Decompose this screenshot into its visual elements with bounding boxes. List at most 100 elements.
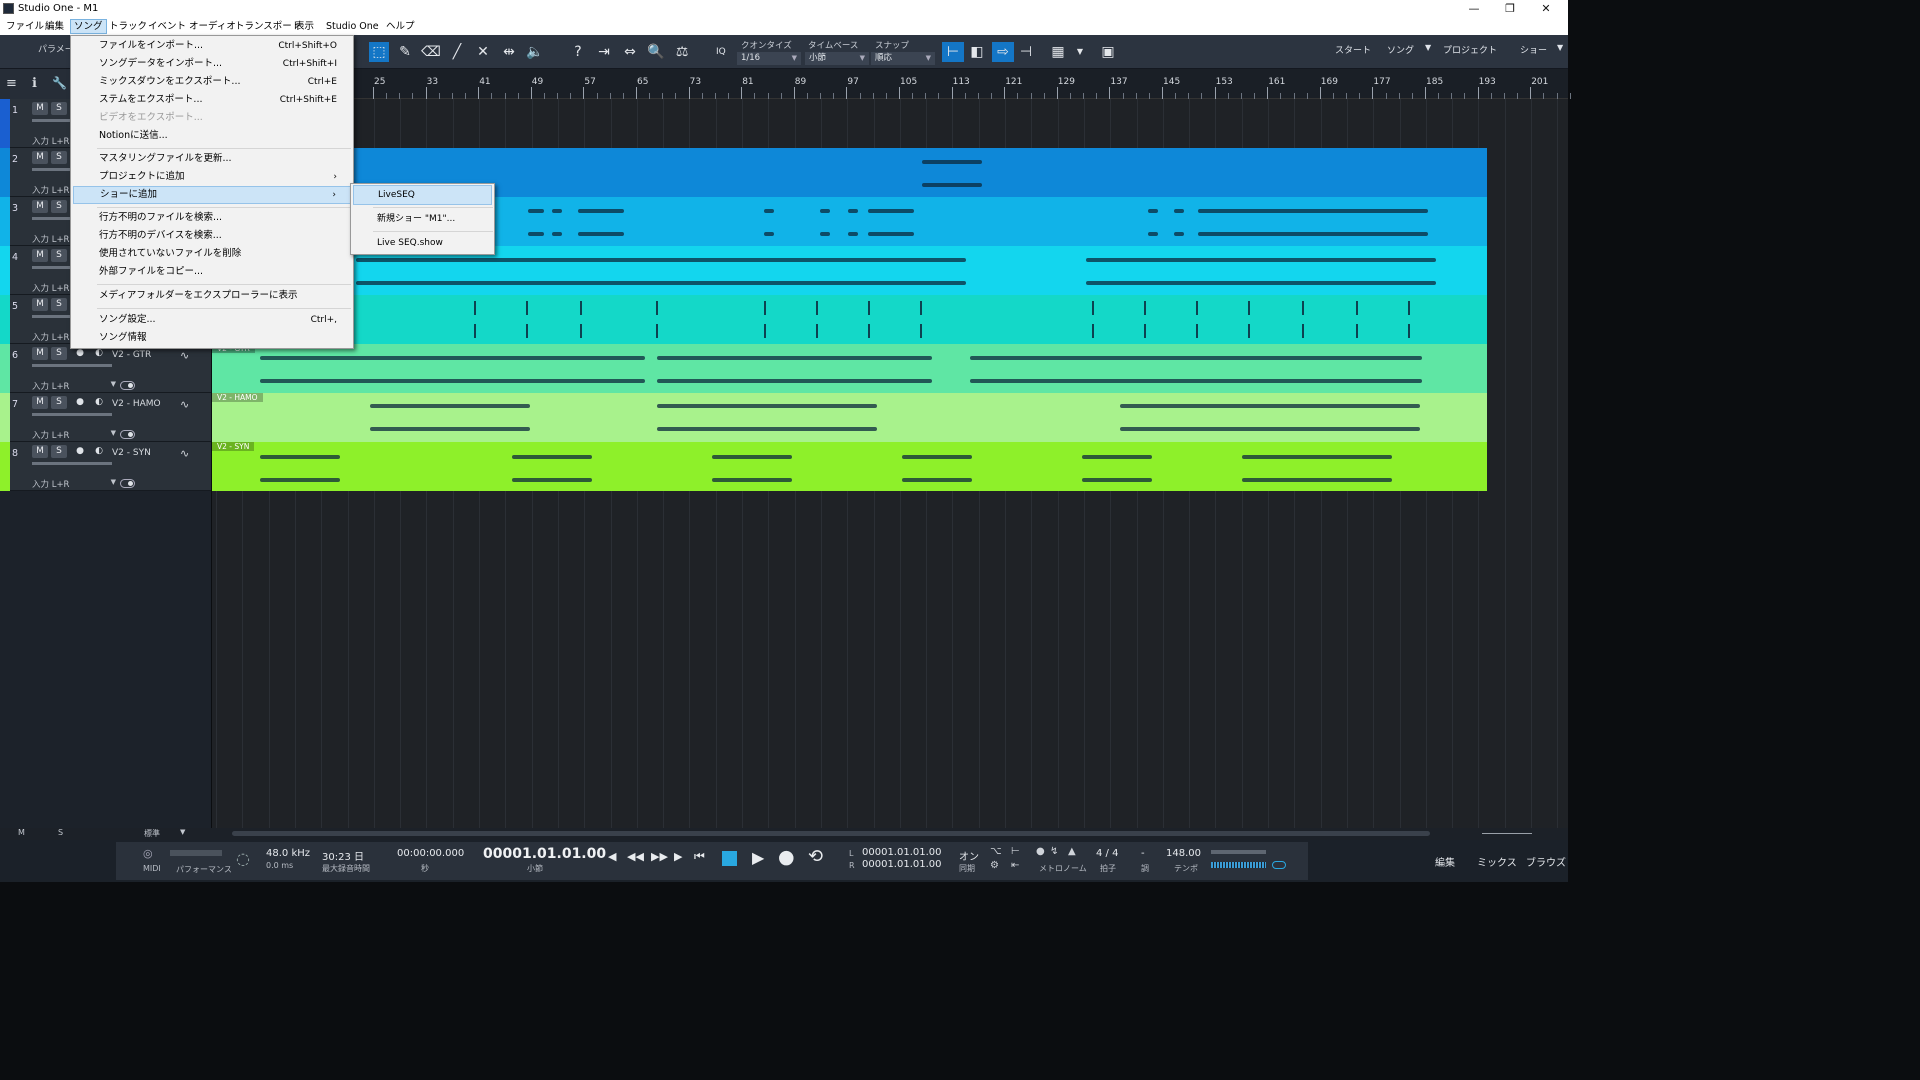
fast-forward-icon[interactable]: ▶▶ [651, 850, 668, 863]
nav-start[interactable]: スタート [1335, 43, 1371, 56]
quantize-select[interactable]: 1/16 ▼ [737, 52, 801, 65]
time-signature[interactable]: 4 / 4 [1096, 848, 1118, 859]
mute-button[interactable]: M [32, 151, 48, 164]
return-to-zero-icon[interactable]: ⏮ [694, 849, 705, 864]
time-seconds[interactable]: 00:00:00.000 [397, 848, 464, 859]
time-bars[interactable]: 00001.01.01.00 [483, 846, 606, 862]
menu-item-update-mastering[interactable]: マスタリングファイルを更新... [73, 150, 351, 168]
menu-item-import-file[interactable]: ファイルをインポート... Ctrl+Shift+O [73, 37, 351, 55]
audio-event[interactable]: V2 - SYN [212, 442, 1487, 491]
solo-button[interactable]: S [51, 249, 67, 262]
input-select[interactable]: 入力 L+R ▼ [32, 478, 116, 490]
snap-events-icon[interactable]: ◧ [967, 42, 987, 62]
zoom-icon[interactable]: 🔍 [646, 42, 666, 62]
gear-icon[interactable]: ⚙ [990, 860, 999, 871]
solo-button[interactable]: S [51, 151, 67, 164]
loop-icon[interactable]: ⟲ [808, 846, 823, 867]
loop-start[interactable]: 00001.01.01.00 [862, 847, 942, 858]
grid-icon[interactable]: ▦ [1048, 42, 1068, 62]
menu-item-add-to-show[interactable]: ショーに追加 › [73, 186, 351, 204]
view-mix-button[interactable]: ミックス [1477, 854, 1517, 869]
metronome-icon[interactable]: ▲ [1068, 846, 1076, 857]
pencil-icon[interactable]: ✎ [395, 42, 415, 62]
skip-icon[interactable]: ⇥ [594, 42, 614, 62]
menu-item-add-to-project[interactable]: プロジェクトに追加 › [73, 168, 351, 186]
help-icon[interactable]: ? [568, 42, 588, 62]
next-marker-icon[interactable]: ▶ [674, 850, 682, 863]
monitor-toggle[interactable] [1272, 861, 1286, 869]
preroll-icon[interactable]: ⇤ [1011, 860, 1019, 871]
track-name[interactable]: V2 - SYN [112, 448, 151, 458]
menu-item-copy-external[interactable]: 外部ファイルをコピー... [73, 263, 351, 281]
solo-button[interactable]: S [51, 298, 67, 311]
timeline-ruler[interactable]: 25 33 41 49 57 65 73 81 89 97 105 113 121 129 137 145 15… [212, 69, 1571, 99]
menu-song[interactable]: ソング [70, 19, 107, 34]
record-arm-icon[interactable]: ● [72, 396, 88, 409]
param-label[interactable]: パラメー [38, 42, 74, 55]
prev-marker-icon[interactable]: ◀ [608, 850, 616, 863]
key-value[interactable]: - [1141, 848, 1145, 859]
nav-show[interactable]: ショー [1520, 43, 1547, 56]
snap-select[interactable]: 順応 ▼ [871, 52, 935, 65]
solo-button[interactable]: S [51, 347, 67, 360]
track-name[interactable]: V2 - HAMO [112, 399, 161, 409]
monitor-icon[interactable]: ◐ [91, 445, 107, 458]
record-icon[interactable]: ● [778, 846, 795, 868]
menu-edit[interactable]: 編集 [42, 19, 67, 34]
chevron-down-icon[interactable]: ▼ [1070, 42, 1090, 62]
minimize-icon[interactable]: — [1458, 0, 1490, 18]
monitor-icon[interactable]: ◐ [91, 396, 107, 409]
mute-button[interactable]: M [32, 396, 48, 409]
submenu-item-liveseq[interactable]: LiveSEQ [353, 185, 492, 205]
play-icon[interactable]: ▶ [752, 848, 764, 867]
menu-item-song-setup[interactable]: ソング設定... Ctrl+, [73, 311, 351, 329]
stop-icon[interactable] [722, 851, 737, 866]
timebase-select[interactable]: 小節 ▼ [805, 52, 869, 65]
view-browse-button[interactable]: ブラウズ [1526, 854, 1566, 869]
menu-item-song-info[interactable]: ソング情報 [73, 329, 351, 347]
video-icon[interactable]: ▣ [1098, 42, 1118, 62]
mute-button[interactable]: M [32, 445, 48, 458]
monitor-toggle[interactable] [120, 430, 135, 439]
precount-icon[interactable]: ⌥ [990, 846, 1002, 857]
menu-item-find-missing-files[interactable]: 行方不明のファイルを検索... [73, 209, 351, 227]
track-name[interactable]: V2 - GTR [112, 350, 151, 360]
listen-icon[interactable]: 🔈 [525, 42, 545, 62]
input-select[interactable]: 入力 L+R ▼ [32, 380, 116, 392]
punch-icon[interactable]: ⊢ [1011, 846, 1020, 857]
mute-button[interactable]: M [32, 102, 48, 115]
global-mute-button[interactable]: M [18, 828, 25, 837]
menu-item-find-missing-devices[interactable]: 行方不明のデバイスを検索... [73, 227, 351, 245]
tempo-value[interactable]: 148.00 [1166, 848, 1201, 859]
menu-item-remove-unused[interactable]: 使用されていないファイルを削除 [73, 245, 351, 263]
monitor-toggle[interactable] [120, 381, 135, 390]
record-arm-icon[interactable]: ● [72, 445, 88, 458]
close-icon[interactable]: ✕ [1530, 0, 1562, 18]
menu-item-send-to-notion[interactable]: Notionに送信... [73, 127, 351, 145]
restore-icon[interactable]: ❐ [1494, 0, 1526, 18]
chevron-down-icon[interactable]: ▼ [1425, 43, 1431, 52]
menu-icon[interactable]: ≡ [6, 76, 17, 91]
nav-project[interactable]: プロジェクト [1443, 43, 1497, 56]
input-select[interactable]: 入力 L+R ▼ [32, 429, 116, 441]
global-solo-button[interactable]: S [58, 828, 63, 837]
menu-item-import-song-data[interactable]: ソングデータをインポート... Ctrl+Shift+I [73, 55, 351, 73]
sync-value[interactable]: オン [959, 848, 979, 863]
nav-song[interactable]: ソング [1387, 43, 1414, 56]
eraser-icon[interactable]: ⌫ [421, 42, 441, 62]
volume-slider[interactable] [32, 413, 112, 416]
menu-item-export-stems[interactable]: ステムをエクスポート... Ctrl+Shift+E [73, 91, 351, 109]
chevron-down-icon[interactable]: ▼ [1557, 43, 1563, 52]
snap-to-grid-icon[interactable]: ⊢ [942, 42, 964, 62]
mute-tool-icon[interactable]: ✕ [473, 42, 493, 62]
transform-icon[interactable]: ⚖ [672, 42, 692, 62]
iq-label[interactable]: IQ [716, 47, 726, 57]
metronome-toggle-icon[interactable]: ● [1036, 846, 1045, 857]
menu-help[interactable]: ヘルプ [383, 19, 418, 34]
volume-slider[interactable] [32, 364, 112, 367]
rewind-icon[interactable]: ◀◀ [627, 850, 644, 863]
mute-button[interactable]: M [32, 298, 48, 311]
follow-icon[interactable]: ⊣ [1016, 42, 1036, 62]
paint-icon[interactable]: ╱ [447, 42, 467, 62]
track-header[interactable]: 8 M S ● ◐ V2 - SYN ∿ 入力 L+R ▼ [0, 442, 211, 491]
